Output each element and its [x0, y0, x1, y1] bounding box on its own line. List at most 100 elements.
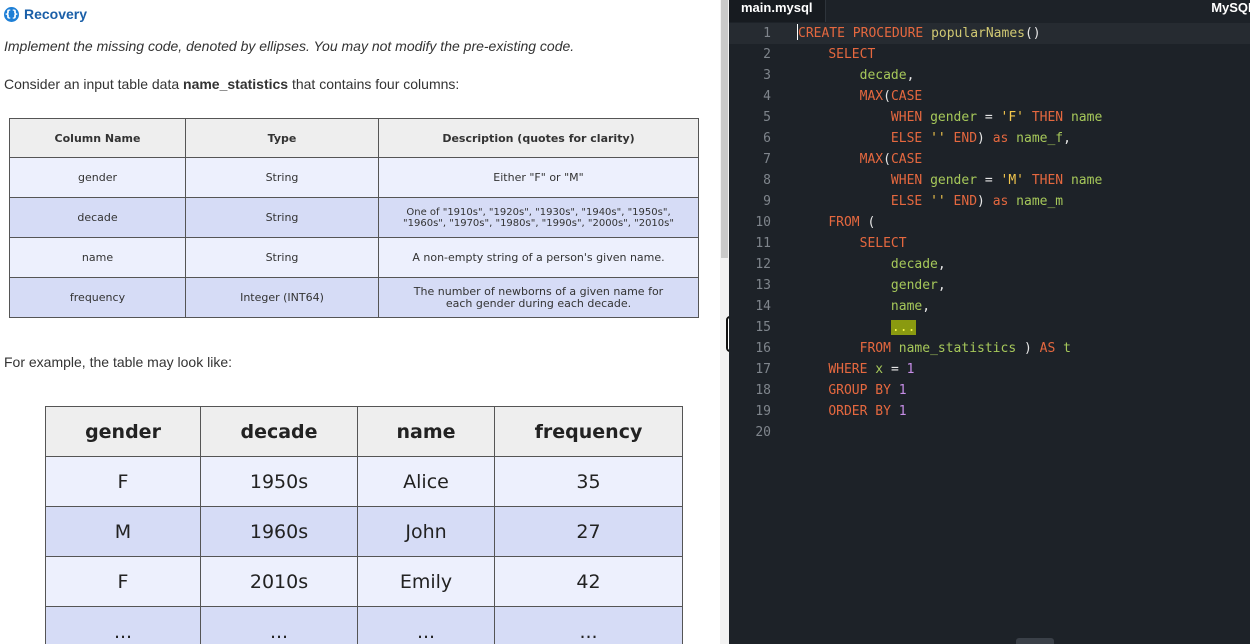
schema-cell: String — [185, 197, 379, 238]
sample-cell: 2010s — [200, 556, 358, 607]
sample-header: name — [357, 406, 495, 457]
sample-table: gender decade name frequency F 1950s Ali… — [45, 406, 683, 644]
schema-cell: decade — [9, 197, 186, 238]
schema-row: decade String One of "1910s", "1920s", "… — [9, 197, 699, 238]
code-line[interactable]: 5 WHEN gender = 'F' THEN name — [729, 107, 1250, 128]
sample-cell: ... — [200, 606, 358, 644]
schema-row: gender String Either "F" or "M" — [9, 157, 699, 198]
sample-cell: John — [357, 506, 495, 557]
schema-cell: One of "1910s", "1920s", "1930s", "1940s… — [378, 197, 699, 238]
line-number: 12 — [755, 257, 771, 272]
table-name: name_statistics — [183, 76, 289, 92]
sample-cell: 1960s — [200, 506, 358, 557]
schema-cell: The number of newborns of a given name f… — [378, 277, 699, 318]
schema-header: Column Name — [9, 118, 186, 158]
code-line[interactable]: 2 SELECT — [729, 44, 1250, 65]
consider-prefix: Consider an input table data — [4, 76, 184, 92]
sample-cell: M — [45, 506, 201, 557]
sample-cell: 27 — [494, 506, 683, 557]
code-line[interactable]: 1 CREATE PROCEDURE popularNames() — [729, 23, 1250, 44]
line-number: 3 — [763, 68, 771, 83]
editor-bottom-handle[interactable] — [1016, 638, 1054, 644]
schema-cell: A non-empty string of a person's given n… — [378, 237, 699, 278]
instruction-text: Implement the missing code, denoted by e… — [4, 38, 575, 54]
line-number: 18 — [755, 383, 771, 398]
code-line[interactable]: 20 — [729, 422, 1250, 443]
schema-row: frequency Integer (INT64) The number of … — [9, 277, 699, 318]
line-number: 6 — [763, 131, 771, 146]
line-number: 13 — [755, 278, 771, 293]
sample-row: M 1960s John 27 — [45, 506, 683, 557]
editor-header: main.mysql MySQL — [729, 0, 1250, 22]
code-line[interactable]: 18 GROUP BY 1 — [729, 380, 1250, 401]
code-line[interactable]: 12 decade, — [729, 254, 1250, 275]
sample-cell: Emily — [357, 556, 495, 607]
code-editor[interactable]: main.mysql MySQL 1CREATE PROCEDURE popul… — [729, 0, 1250, 644]
sample-header: frequency — [494, 406, 683, 457]
sample-cell: 1950s — [200, 456, 358, 507]
schema-cell: Either "F" or "M" — [378, 157, 699, 198]
code-line[interactable]: 10 FROM ( — [729, 212, 1250, 233]
schema-cell: frequency — [9, 277, 186, 318]
line-number: 15 — [755, 320, 771, 335]
sample-header: gender — [45, 406, 201, 457]
ellipsis-placeholder[interactable]: ... — [890, 320, 917, 335]
line-number: 4 — [763, 89, 771, 104]
line-number: 20 — [755, 425, 771, 440]
sample-cell: ... — [357, 606, 495, 644]
schema-header-row: Column Name Type Description (quotes for… — [9, 118, 699, 158]
sample-cell: 35 — [494, 456, 683, 507]
code-line[interactable]: 3 decade, — [729, 65, 1250, 86]
schema-cell: Integer (INT64) — [185, 277, 379, 318]
schema-table: Column Name Type Description (quotes for… — [9, 118, 699, 318]
sample-cell: ... — [494, 606, 683, 644]
line-number: 16 — [755, 341, 771, 356]
schema-cell: name — [9, 237, 186, 278]
code-line[interactable]: 11 SELECT — [729, 233, 1250, 254]
line-number: 19 — [755, 404, 771, 419]
code-line[interactable]: 17 WHERE x = 1 — [729, 359, 1250, 380]
line-number: 17 — [755, 362, 771, 377]
language-selector[interactable]: MySQL — [1211, 0, 1250, 16]
sample-row: F 2010s Emily 42 — [45, 556, 683, 607]
sample-cell: F — [45, 556, 201, 607]
code-line[interactable]: 6 ELSE '' END) as name_f, — [729, 128, 1250, 149]
code-line[interactable]: 19 ORDER BY 1 — [729, 401, 1250, 422]
line-number: 10 — [755, 215, 771, 230]
code-area[interactable]: 1 CREATE PROCEDURE popularNames() 2 SELEC… — [729, 23, 1250, 443]
line-number: 11 — [755, 236, 771, 251]
schema-cell: String — [185, 237, 379, 278]
schema-header: Description (quotes for clarity) — [378, 118, 699, 158]
code-line[interactable]: 7 MAX(CASE — [729, 149, 1250, 170]
sample-cell: ... — [45, 606, 201, 644]
code-line[interactable]: 14 name, — [729, 296, 1250, 317]
code-line[interactable]: 4 MAX(CASE — [729, 86, 1250, 107]
line-number: 1 — [763, 26, 771, 41]
code-line[interactable]: 16 FROM name_statistics ) AS t — [729, 338, 1250, 359]
file-tab[interactable]: main.mysql — [729, 0, 826, 22]
line-number: 7 — [763, 152, 771, 167]
consider-suffix: that contains four columns: — [288, 76, 460, 92]
problem-pane: {} Recovery Implement the missing code, … — [0, 0, 720, 644]
schema-header: Type — [185, 118, 379, 158]
problem-title: Recovery — [24, 6, 88, 22]
sample-header: decade — [200, 406, 358, 457]
sample-cell: Alice — [357, 456, 495, 507]
line-number: 9 — [763, 194, 771, 209]
code-line[interactable]: 9 ELSE '' END) as name_m — [729, 191, 1250, 212]
consider-text: Consider an input table data name_statis… — [4, 76, 459, 92]
code-line[interactable]: 8 WHEN gender = 'M' THEN name — [729, 170, 1250, 191]
code-line[interactable]: 13 gender, — [729, 275, 1250, 296]
schema-cell: String — [185, 157, 379, 198]
line-number: 14 — [755, 299, 771, 314]
sample-row: F 1950s Alice 35 — [45, 456, 683, 507]
sample-cell: F — [45, 456, 201, 507]
problem-title-row: {} Recovery — [4, 6, 87, 22]
left-pane-scrollbar[interactable] — [721, 0, 728, 258]
sample-row: ... ... ... ... — [45, 606, 683, 644]
code-line[interactable]: 15 ... — [729, 317, 1250, 338]
schema-row: name String A non-empty string of a pers… — [9, 237, 699, 278]
line-number: 2 — [763, 47, 771, 62]
sample-header-row: gender decade name frequency — [45, 406, 683, 457]
example-text: For example, the table may look like: — [4, 354, 232, 370]
